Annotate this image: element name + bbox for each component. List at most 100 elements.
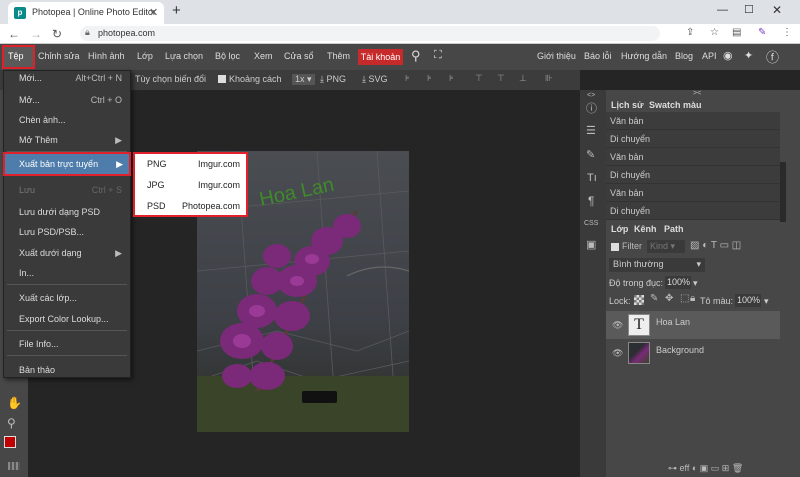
align-right-icon[interactable]: ⊧ [449,73,461,85]
quick-mask-icon[interactable] [8,462,20,470]
new-tab-icon[interactable]: + [172,2,181,19]
history-item[interactable]: Văn bản [606,184,780,202]
layer-row[interactable]: 👁︎ Background [606,339,780,367]
close-tab-icon[interactable]: ✕ [149,6,158,19]
filter-checkbox[interactable] [611,243,619,251]
export-png-button[interactable]: ⤓ PNG [320,74,346,85]
browser-menu-icon[interactable]: ⋮ [782,27,792,38]
collapse-panels-icon[interactable]: <> [587,92,595,99]
foreground-color-swatch[interactable] [4,436,16,448]
menu-item-print[interactable]: In... [19,268,34,278]
transform-options-label[interactable]: Tùy chọn biến đổi [135,74,206,84]
tab-swatches[interactable]: Swatch màu [649,100,702,110]
blend-mode-select[interactable]: Bình thường ▾ [609,258,705,272]
zoom-select[interactable]: 1x ▾ [292,74,315,85]
history-item[interactable]: Di chuyển [606,166,780,184]
facebook-icon[interactable]: ⓕ [766,47,779,66]
lock-artboard-icon[interactable]: ⬚ [680,293,689,304]
menu-layer[interactable]: Lớp [137,51,153,61]
brush-icon[interactable]: ✎ [586,148,595,161]
maximize-icon[interactable]: ☐ [744,3,754,16]
window-close-icon[interactable]: ✕ [772,3,782,17]
css-icon[interactable]: CSS [584,220,598,227]
menu-item-export-layers[interactable]: Xuất các lớp... [19,293,77,303]
menu-item-open-more[interactable]: Mở Thêm [19,135,58,145]
reddit-icon[interactable]: ◉ [723,49,733,62]
export-svg-button[interactable]: ⤓ SVG [362,74,388,85]
history-item[interactable]: Di chuyển [606,130,780,148]
menu-view[interactable]: Xem [254,51,273,61]
menu-select[interactable]: Lựa chọn [165,51,203,61]
align-bottom-icon[interactable]: ⊥ [519,73,531,85]
lock-transparency-icon[interactable] [634,295,644,305]
bookmark-star-icon[interactable]: ☆ [710,27,719,38]
link-about[interactable]: Giới thiệu [537,51,576,61]
submenu-format-psd[interactable]: PSD [147,201,166,211]
align-middle-icon[interactable]: ⊤ [497,73,509,85]
history-item[interactable]: Văn bản [606,148,780,166]
link-blog[interactable]: Blog [675,51,693,61]
lock-pixels-icon[interactable]: ✎ [650,293,658,304]
extensions-icon[interactable]: ▤ [732,27,741,38]
pen-extension-icon[interactable]: ✎ [758,27,766,38]
align-center-icon[interactable]: ⊧ [427,73,439,85]
image-icon[interactable]: ▣ [586,238,596,251]
menu-window[interactable]: Cửa sổ [284,51,314,61]
tab-paths[interactable]: Path [664,224,684,234]
menu-item-save-psd-psb[interactable]: Lưu PSD/PSB... [19,227,84,237]
menu-item-save[interactable]: Lưu [19,185,35,195]
distance-checkbox[interactable] [218,75,226,83]
fullscreen-icon[interactable]: ⛶ [434,49,442,62]
menu-file[interactable]: Tệp [2,45,35,69]
align-left-icon[interactable]: ⊧ [405,73,417,85]
reload-icon[interactable]: ↻ [52,27,62,41]
zoom-tool-icon[interactable]: ⚲ [7,416,16,430]
menu-item-insert-image[interactable]: Chèn ảnh... [19,115,66,125]
distribute-icon[interactable]: ⊪ [545,73,557,85]
kind-select[interactable]: Kind ▾ [647,240,685,253]
tab-channels[interactable]: Kênh [634,224,657,234]
layer-row[interactable]: 👁︎ T Hoa Lan [606,311,780,339]
layer-actions-bar[interactable]: ⊶ eff ◐ ▣ ▭ ⊞ 🗑︎ [668,463,743,474]
history-item[interactable]: Di chuyển [606,202,780,220]
properties-icon[interactable]: ☰ [586,124,596,137]
fill-input[interactable]: 100% [735,294,761,307]
menu-item-new[interactable]: Mới... [19,73,42,83]
submenu-format-jpg[interactable]: JPG [147,180,165,190]
menu-item-publish-online[interactable]: Xuất bản trực tuyến ▶ [3,152,131,176]
fill-dropdown-icon[interactable]: ▾ [764,296,769,307]
submenu-host-photopea[interactable]: Photopea.com [182,201,240,211]
menu-filter[interactable]: Bộ lọc [215,51,240,61]
expand-panels-icon[interactable]: >< [693,90,701,97]
menu-edit[interactable]: Chỉnh sửa [38,51,80,61]
layer-filter-icons[interactable]: ▨ ◐ T ▭ ◫ [690,240,741,251]
forward-icon[interactable]: → [30,27,42,41]
info-icon[interactable]: ⓘ [586,100,597,116]
share-icon[interactable]: ⇪ [686,27,694,38]
menu-item-open[interactable]: Mở... [19,95,40,105]
history-scrollbar[interactable] [780,162,786,222]
menu-item-file-info[interactable]: File Info... [19,339,59,349]
align-top-icon[interactable]: ⊤ [475,73,487,85]
opacity-dropdown-icon[interactable]: ▾ [693,278,698,289]
back-icon[interactable]: ← [8,27,20,41]
minimize-icon[interactable]: — [717,4,728,16]
menu-image[interactable]: Hình ảnh [88,51,125,61]
browser-tab[interactable]: p Photopea | Online Photo Editor ✕ [8,2,164,24]
lock-position-icon[interactable]: ✥ [665,293,673,304]
menu-more[interactable]: Thêm [327,51,350,61]
hand-tool-icon[interactable]: ✋ [7,396,22,410]
lock-all-icon[interactable]: 🔒︎ [690,293,695,304]
menu-item-export-as[interactable]: Xuất dưới dạng [19,248,81,258]
menu-item-drafts[interactable]: Bản thảo [19,365,55,375]
account-button[interactable]: Tài khoản [358,49,403,65]
menu-item-export-color-lookup[interactable]: Export Color Lookup... [19,314,109,324]
character-icon[interactable]: Tı [587,172,597,184]
opacity-input[interactable]: 100% [665,276,691,289]
submenu-host-imgur[interactable]: Imgur.com [198,180,240,190]
search-icon[interactable]: ⚲ [411,48,421,64]
tab-layers[interactable]: Lớp [611,224,628,234]
visibility-eye-icon[interactable]: 👁︎ [612,348,623,359]
paragraph-icon[interactable]: ¶ [588,194,594,208]
link-api[interactable]: API [702,51,717,61]
